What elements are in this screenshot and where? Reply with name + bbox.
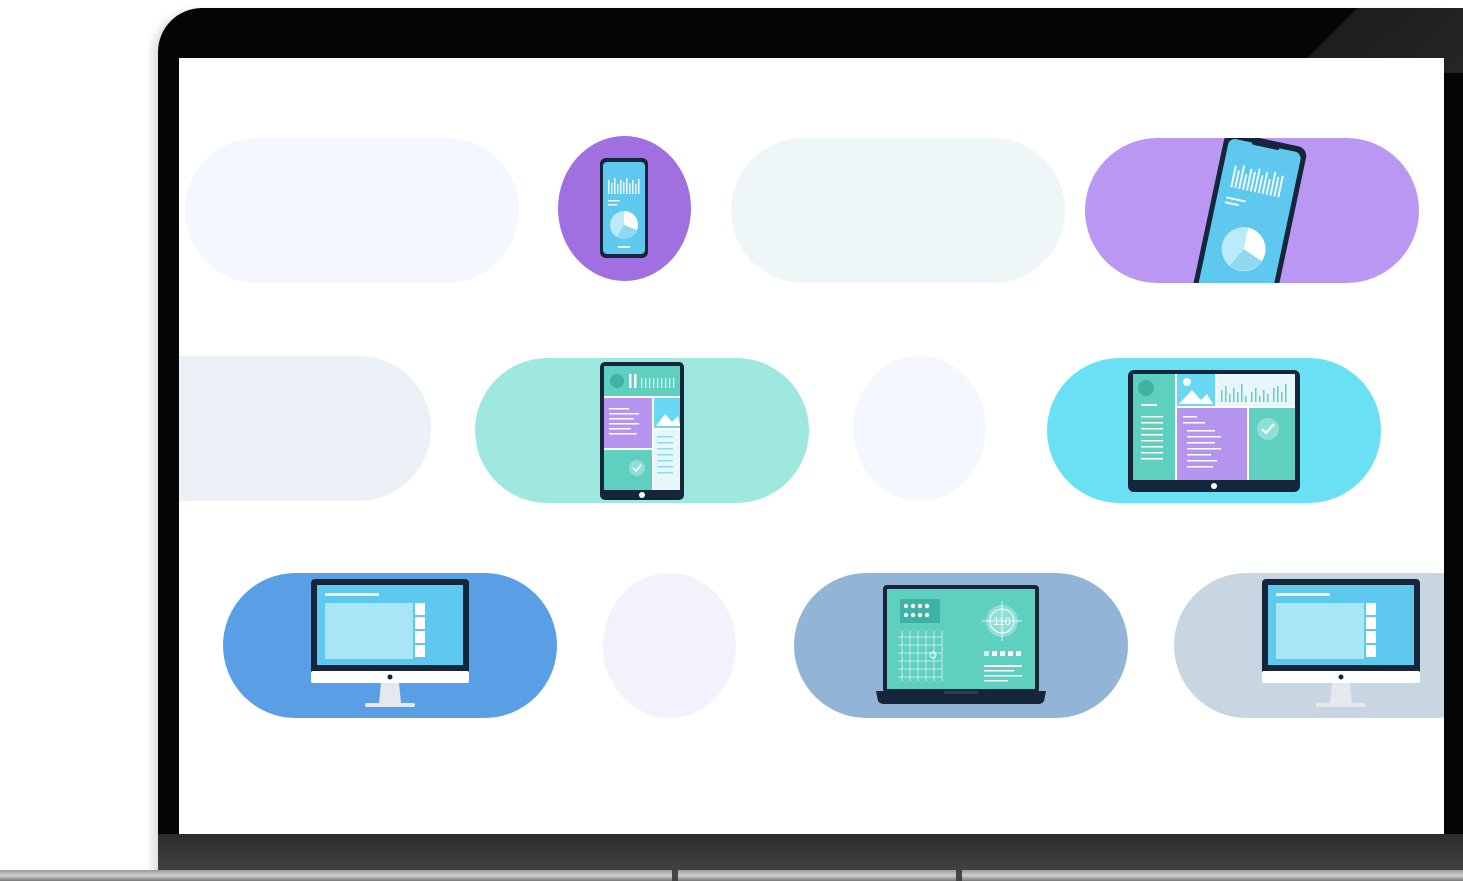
hinge-mark: [956, 870, 962, 881]
placeholder-pill: [185, 138, 519, 283]
desktop-monitor-icon: [1262, 579, 1420, 707]
gauge-value: 110: [993, 616, 1011, 628]
tablet-icon: [600, 362, 684, 500]
laptop-bezel-bottom: [158, 834, 1463, 874]
placeholder-pill: [179, 356, 431, 501]
placeholder-pill: [731, 138, 1065, 283]
monitor-pill: [1174, 573, 1444, 718]
laptop-pill: 110: [794, 573, 1128, 718]
tablet-icon: [1128, 370, 1300, 492]
desktop-monitor-icon: [311, 579, 469, 707]
smartphone-icon: [1192, 138, 1307, 283]
hinge-mark: [672, 870, 678, 881]
phone-pill: [1085, 138, 1419, 283]
tablet-pill: [1047, 358, 1381, 503]
laptop-base: [0, 870, 1463, 881]
tablet-pill: [475, 358, 809, 503]
placeholder-circle: [603, 573, 736, 718]
smartphone-icon: [600, 158, 648, 258]
laptop-screen: 110: [179, 58, 1444, 834]
monitor-pill: [223, 573, 557, 718]
laptop-icon: 110: [876, 585, 1046, 704]
placeholder-circle: [853, 356, 986, 501]
